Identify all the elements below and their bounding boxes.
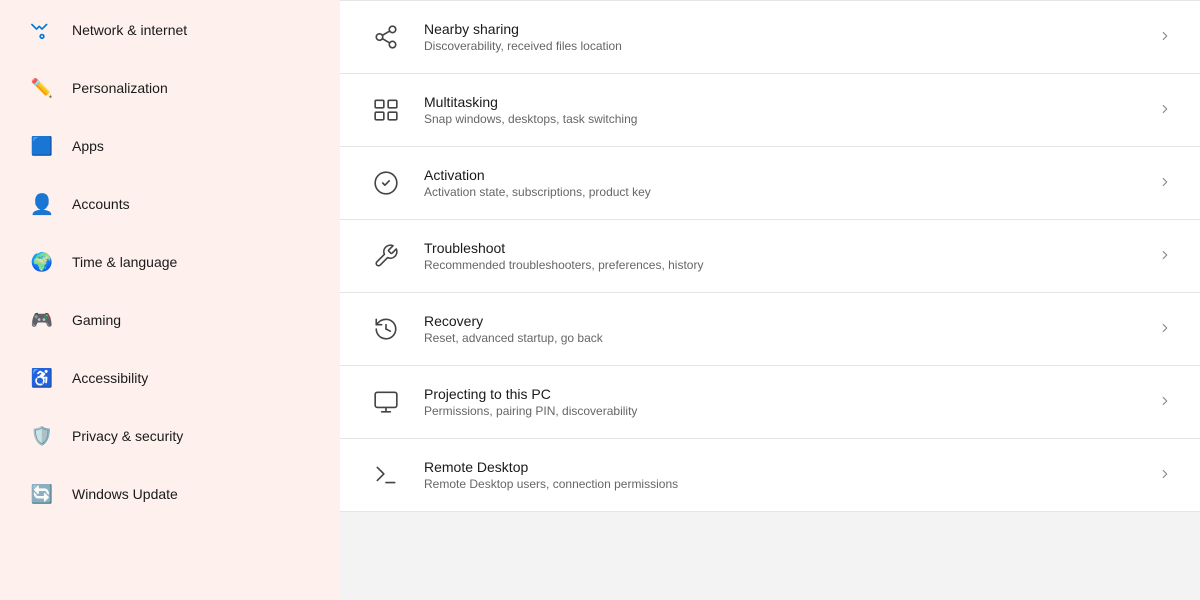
sidebar-item-accounts[interactable]: 👤 Accounts: [8, 176, 332, 232]
remote-desktop-icon: [368, 457, 404, 493]
troubleshoot-text: Troubleshoot Recommended troubleshooters,…: [424, 240, 1138, 272]
projecting-desc: Permissions, pairing PIN, discoverabilit…: [424, 404, 1138, 418]
sidebar-item-update[interactable]: 🔄 Windows Update: [8, 466, 332, 522]
main-content: Nearby sharing Discoverability, received …: [340, 0, 1200, 600]
apps-icon: 🟦: [28, 132, 56, 160]
sidebar-label-accessibility: Accessibility: [72, 370, 148, 386]
multitasking-title: Multitasking: [424, 94, 1138, 110]
activation-text: Activation Activation state, subscription…: [424, 167, 1138, 199]
projecting-text: Projecting to this PC Permissions, pairin…: [424, 386, 1138, 418]
gaming-icon: 🎮: [28, 306, 56, 334]
setting-item-projecting[interactable]: Projecting to this PC Permissions, pairin…: [340, 366, 1200, 439]
recovery-desc: Reset, advanced startup, go back: [424, 331, 1138, 345]
recovery-title: Recovery: [424, 313, 1138, 329]
sidebar-label-apps: Apps: [72, 138, 104, 154]
troubleshoot-chevron: [1158, 248, 1172, 265]
troubleshoot-desc: Recommended troubleshooters, preferences…: [424, 258, 1138, 272]
recovery-icon: [368, 311, 404, 347]
recovery-text: Recovery Reset, advanced startup, go back: [424, 313, 1138, 345]
nearby-sharing-chevron: [1158, 29, 1172, 46]
sidebar-item-accessibility[interactable]: ♿ Accessibility: [8, 350, 332, 406]
activation-title: Activation: [424, 167, 1138, 183]
sidebar-item-personalization[interactable]: ✏️ Personalization: [8, 60, 332, 116]
setting-item-multitasking[interactable]: Multitasking Snap windows, desktops, task…: [340, 74, 1200, 147]
sidebar-item-gaming[interactable]: 🎮 Gaming: [8, 292, 332, 348]
nearby-sharing-desc: Discoverability, received files location: [424, 39, 1138, 53]
sidebar-label-update: Windows Update: [72, 486, 178, 502]
accessibility-icon: ♿: [28, 364, 56, 392]
sidebar-item-privacy[interactable]: 🛡️ Privacy & security: [8, 408, 332, 464]
troubleshoot-icon: [368, 238, 404, 274]
remote-desktop-text: Remote Desktop Remote Desktop users, conn…: [424, 459, 1138, 491]
setting-item-troubleshoot[interactable]: Troubleshoot Recommended troubleshooters,…: [340, 220, 1200, 293]
projecting-chevron: [1158, 394, 1172, 411]
sidebar-label-accounts: Accounts: [72, 196, 130, 212]
personalization-icon: ✏️: [28, 74, 56, 102]
sidebar-item-time[interactable]: 🌍 Time & language: [8, 234, 332, 290]
sidebar-label-network: Network & internet: [72, 22, 187, 38]
time-icon: 🌍: [28, 248, 56, 276]
sidebar-label-privacy: Privacy & security: [72, 428, 183, 444]
projecting-icon: [368, 384, 404, 420]
setting-item-remote-desktop[interactable]: Remote Desktop Remote Desktop users, conn…: [340, 439, 1200, 512]
nearby-sharing-title: Nearby sharing: [424, 21, 1138, 37]
activation-icon: [368, 165, 404, 201]
sidebar: Network & internet ✏️ Personalization 🟦 Apps…: [0, 0, 340, 600]
remote-desktop-chevron: [1158, 467, 1172, 484]
troubleshoot-title: Troubleshoot: [424, 240, 1138, 256]
setting-item-nearby-sharing[interactable]: Nearby sharing Discoverability, received …: [340, 0, 1200, 74]
setting-item-recovery[interactable]: Recovery Reset, advanced startup, go back: [340, 293, 1200, 366]
privacy-icon: 🛡️: [28, 422, 56, 450]
sidebar-item-apps[interactable]: 🟦 Apps: [8, 118, 332, 174]
nearby-sharing-icon: [368, 19, 404, 55]
remote-desktop-title: Remote Desktop: [424, 459, 1138, 475]
projecting-title: Projecting to this PC: [424, 386, 1138, 402]
activation-chevron: [1158, 175, 1172, 192]
accounts-icon: 👤: [28, 190, 56, 218]
network-icon: [28, 16, 56, 44]
multitasking-text: Multitasking Snap windows, desktops, task…: [424, 94, 1138, 126]
update-icon: 🔄: [28, 480, 56, 508]
multitasking-icon: [368, 92, 404, 128]
sidebar-label-time: Time & language: [72, 254, 177, 270]
remote-desktop-desc: Remote Desktop users, connection permiss…: [424, 477, 1138, 491]
sidebar-item-network[interactable]: Network & internet: [8, 2, 332, 58]
recovery-chevron: [1158, 321, 1172, 338]
nearby-sharing-text: Nearby sharing Discoverability, received …: [424, 21, 1138, 53]
activation-desc: Activation state, subscriptions, product…: [424, 185, 1138, 199]
sidebar-label-personalization: Personalization: [72, 80, 168, 96]
sidebar-label-gaming: Gaming: [72, 312, 121, 328]
multitasking-chevron: [1158, 102, 1172, 119]
multitasking-desc: Snap windows, desktops, task switching: [424, 112, 1138, 126]
setting-item-activation[interactable]: Activation Activation state, subscription…: [340, 147, 1200, 220]
